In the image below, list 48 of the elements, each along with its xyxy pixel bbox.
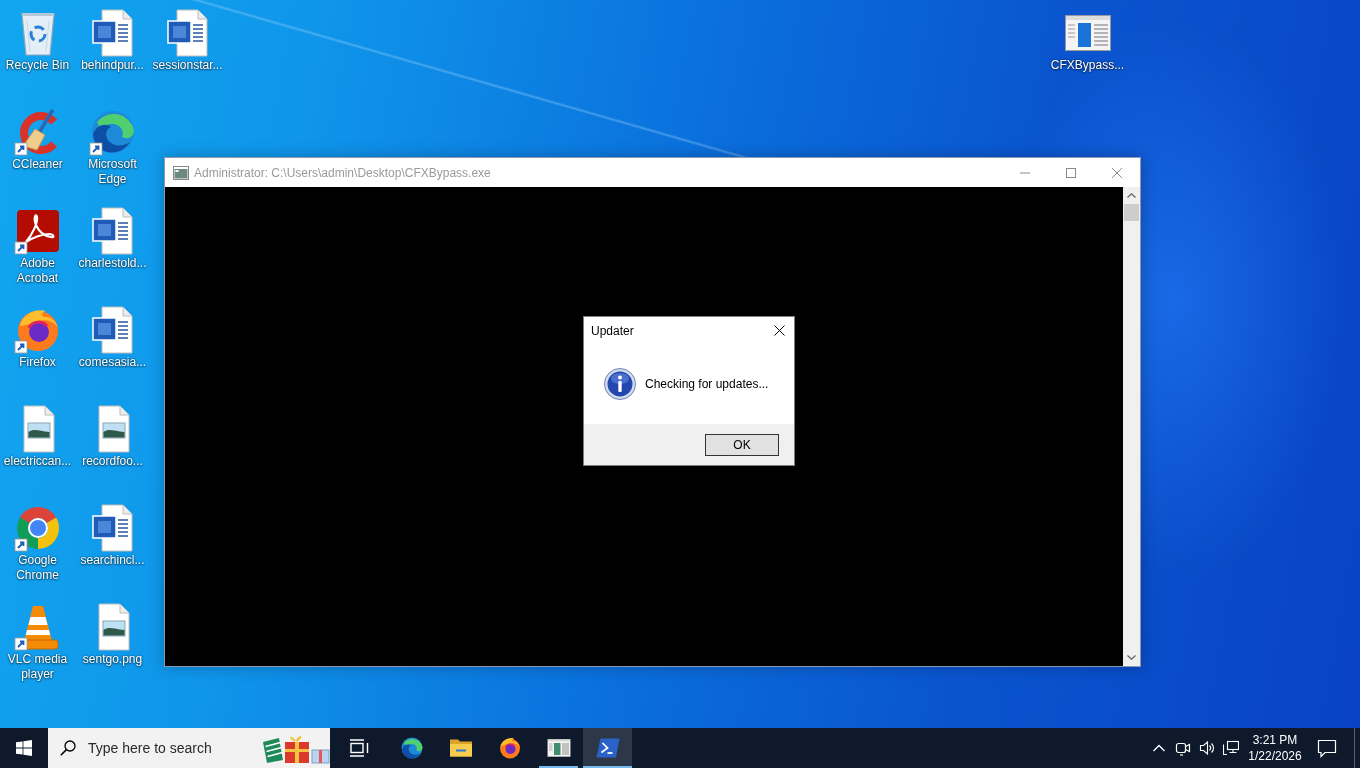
traffic-cone-icon[interactable] [13, 603, 62, 651]
desktop-icon-label[interactable]: behindpur... [81, 58, 144, 73]
edge-icon[interactable] [88, 108, 137, 156]
desktop-icon-label[interactable]: Microsoft Edge [75, 157, 150, 187]
dialog-title: Updater [591, 323, 634, 338]
terminal-icon [595, 736, 620, 760]
close-icon [773, 325, 785, 336]
desktop-icon-label[interactable]: Adobe Acrobat [0, 256, 75, 286]
taskbar-button[interactable] [583, 728, 632, 768]
scrollbar-thumb[interactable] [1124, 204, 1139, 221]
network-icon[interactable] [1223, 740, 1239, 756]
firefox-icon [497, 736, 522, 760]
edge-icon [399, 736, 424, 760]
window-title: Administrator: C:\Users\admin\Desktop\CFXBypass.exe [194, 165, 491, 180]
desktop-icon-label[interactable]: CCleaner [12, 157, 63, 172]
search-input[interactable]: Type here to search [88, 740, 262, 756]
desktop-icon-label[interactable]: electriccan... [3, 454, 72, 469]
info-icon [604, 368, 636, 400]
task-view-icon [349, 739, 369, 757]
desktop-icon-label[interactable]: sentgo.png [82, 652, 143, 667]
desktop-icon-label[interactable]: VLC media player [0, 652, 75, 682]
clock-date[interactable]: 1/22/2026 [1248, 748, 1302, 764]
webcam-icon[interactable] [1175, 740, 1191, 756]
console-window-icon [173, 165, 189, 180]
clock-time[interactable]: 3:21 PM [1252, 732, 1298, 748]
desktop-icon-label[interactable]: sessionstar... [152, 58, 223, 73]
maximize-icon [1066, 167, 1076, 178]
caret-down-icon [1127, 655, 1136, 660]
windows-logo-icon [16, 740, 32, 756]
speaker-icon[interactable] [1199, 740, 1215, 756]
close-icon [1112, 167, 1122, 178]
desktop-icon-label[interactable]: comesasia... [78, 355, 147, 370]
program-window-icon [546, 736, 571, 760]
scrollbar[interactable] [1123, 187, 1140, 666]
desktop-icon-label[interactable]: Recycle Bin [5, 58, 70, 73]
desktop-icon-label[interactable]: recordfoo... [82, 454, 143, 469]
chrome-icon[interactable] [13, 504, 62, 552]
search-icon [60, 740, 76, 756]
desktop-icon-label[interactable]: Firefox [19, 355, 56, 370]
notification-icon[interactable] [1317, 738, 1337, 758]
acrobat-icon[interactable] [13, 207, 62, 255]
desktop-icon-label[interactable]: Google Chrome [0, 553, 75, 583]
dialog-button[interactable]: OK [705, 433, 779, 456]
desktop-icon-label[interactable]: CFXBypass... [1050, 58, 1125, 73]
dialog-message: Checking for updates... [645, 377, 769, 391]
desktop-icon-label[interactable]: charlestold... [78, 256, 147, 271]
caret-up-icon [1127, 193, 1136, 198]
desktop-icon-label[interactable]: searchincl... [80, 553, 145, 568]
